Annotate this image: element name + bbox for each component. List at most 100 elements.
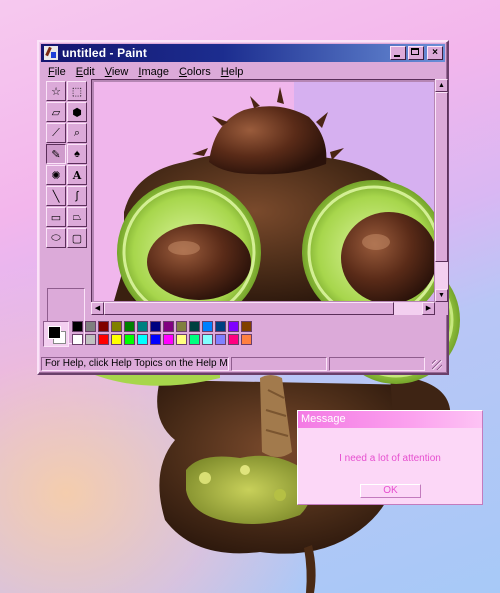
palette-swatch[interactable] <box>228 334 239 345</box>
message-title[interactable]: Message <box>298 411 482 428</box>
drawing-canvas[interactable] <box>94 82 434 301</box>
palette-swatch[interactable] <box>124 321 135 332</box>
palette-swatch[interactable] <box>163 334 174 345</box>
menu-label: dit <box>83 66 95 78</box>
maximize-button[interactable] <box>408 46 424 60</box>
fill-with-color-tool[interactable]: ⬢ <box>67 102 87 122</box>
polygon-tool[interactable]: ⏢ <box>67 207 87 227</box>
line-icon: ╲ <box>52 190 60 203</box>
resize-grip[interactable] <box>432 360 442 370</box>
eraser-icon: ▱ <box>51 106 61 119</box>
magnifier-tool[interactable]: ⌕ <box>67 123 87 143</box>
palette-swatch[interactable] <box>176 321 187 332</box>
pick-color-icon: ⟋ <box>52 126 60 139</box>
palette-swatch[interactable] <box>241 321 252 332</box>
brush-tool[interactable]: ♠ <box>67 144 87 164</box>
text-tool[interactable]: A <box>67 165 87 185</box>
fill-with-color-icon: ⬢ <box>72 106 82 119</box>
title-bar[interactable]: untitled - Paint × <box>41 44 445 62</box>
window-title: untitled - Paint <box>62 46 147 60</box>
polygon-icon: ⏢ <box>72 210 82 223</box>
scroll-up-button[interactable]: ▲ <box>435 79 448 92</box>
status-bar: For Help, click Help Topics on the Help … <box>41 357 445 373</box>
color-palette <box>43 321 443 351</box>
palette-swatch[interactable] <box>111 334 122 345</box>
rounded-rectangle-tool[interactable]: ▢ <box>67 228 87 248</box>
vertical-scroll-thumb[interactable] <box>435 92 448 262</box>
palette-swatch[interactable] <box>202 334 213 345</box>
menu-item[interactable]: File <box>43 66 71 78</box>
palette-swatch[interactable] <box>150 321 161 332</box>
horizontal-scroll-thumb[interactable] <box>104 302 394 315</box>
scroll-down-button[interactable]: ▼ <box>435 289 448 302</box>
select-tool[interactable]: ⬚ <box>67 81 87 101</box>
menu-accelerator: V <box>104 66 112 78</box>
rectangle-icon: ▭ <box>50 211 62 224</box>
select-icon: ⬚ <box>71 85 83 98</box>
ok-button[interactable]: OK <box>360 484 421 498</box>
palette-swatch[interactable] <box>150 334 161 345</box>
paint-app-icon[interactable] <box>44 46 58 60</box>
menu-item[interactable]: Help <box>216 66 249 78</box>
free-form-select-icon: ☆ <box>51 85 61 98</box>
palette-swatch[interactable] <box>98 334 109 345</box>
menu-label: ile <box>54 66 66 78</box>
palette-swatch[interactable] <box>215 334 226 345</box>
scrollbar-corner <box>435 302 448 315</box>
foreground-color[interactable] <box>48 326 61 339</box>
scroll-left-icon: ◀ <box>94 305 101 312</box>
palette-swatch[interactable] <box>176 334 187 345</box>
menu-item[interactable]: Image <box>133 66 174 78</box>
palette-swatch[interactable] <box>241 334 252 345</box>
scroll-right-button[interactable]: ▶ <box>422 302 435 315</box>
palette-swatch[interactable] <box>228 321 239 332</box>
menu-label: mage <box>141 66 169 78</box>
scroll-left-button[interactable]: ◀ <box>91 302 104 315</box>
close-icon: × <box>432 47 438 58</box>
eraser-tool[interactable]: ▱ <box>46 102 66 122</box>
menu-item[interactable]: Edit <box>71 66 100 78</box>
status-size <box>329 357 425 371</box>
toolbox: ☆ ⬚ ▱ ⬢ ⟋ ⌕ ✎ ♠ ✺ A ╲ ∫ ▭ ⏢ ⬭ ▢ <box>43 80 89 354</box>
menu-accelerator: C <box>178 66 187 78</box>
canvas-image <box>94 82 434 301</box>
palette-swatch[interactable] <box>189 334 200 345</box>
line-tool[interactable]: ╲ <box>46 186 66 206</box>
airbrush-tool[interactable]: ✺ <box>46 165 66 185</box>
palette-swatch[interactable] <box>72 334 83 345</box>
palette-swatch[interactable] <box>189 321 200 332</box>
message-text: I need a lot of attention <box>339 453 441 464</box>
menu-bar: File Edit View Image Colors Help <box>43 64 443 80</box>
palette-swatch[interactable] <box>85 321 96 332</box>
palette-swatch[interactable] <box>137 334 148 345</box>
palette-swatch[interactable] <box>124 334 135 345</box>
minimize-button[interactable] <box>390 46 406 60</box>
palette-swatch[interactable] <box>72 321 83 332</box>
horizontal-scrollbar[interactable]: ◀ ▶ <box>91 302 435 315</box>
scroll-down-icon: ▼ <box>438 292 445 299</box>
palette-swatch[interactable] <box>215 321 226 332</box>
palette-swatch[interactable] <box>85 334 96 345</box>
current-colors[interactable] <box>43 321 69 347</box>
canvas-area[interactable] <box>91 79 437 304</box>
menu-item[interactable]: Colors <box>174 66 216 78</box>
pencil-tool[interactable]: ✎ <box>46 144 66 164</box>
palette-swatch[interactable] <box>137 321 148 332</box>
close-button[interactable]: × <box>427 46 443 60</box>
curve-tool[interactable]: ∫ <box>67 186 87 206</box>
menu-item[interactable]: View <box>100 66 134 78</box>
palette-swatch[interactable] <box>202 321 213 332</box>
text-icon: A <box>72 168 82 182</box>
free-form-select-tool[interactable]: ☆ <box>46 81 66 101</box>
minimize-icon <box>394 55 400 57</box>
ellipse-icon: ⬭ <box>51 231 61 244</box>
rectangle-tool[interactable]: ▭ <box>46 207 66 227</box>
pick-color-tool[interactable]: ⟋ <box>46 123 66 143</box>
menu-accelerator: F <box>48 66 55 78</box>
paint-window: untitled - Paint × File Edit View Image Colo… <box>37 40 449 375</box>
palette-swatch[interactable] <box>98 321 109 332</box>
ellipse-tool[interactable]: ⬭ <box>46 228 66 248</box>
palette-swatch[interactable] <box>163 321 174 332</box>
palette-swatch[interactable] <box>111 321 122 332</box>
vertical-scrollbar[interactable]: ▲ ▼ <box>435 79 448 302</box>
